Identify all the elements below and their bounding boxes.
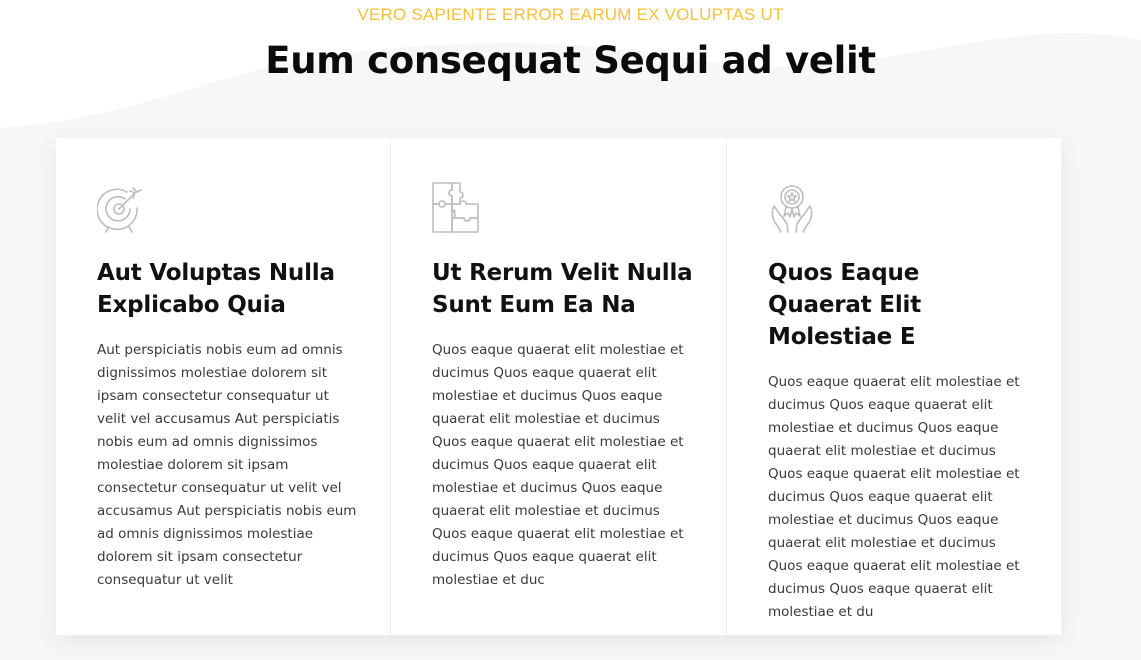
section-kicker: VERO SAPIENTE ERROR EARUM EX VOLUPTAS UT	[357, 5, 784, 24]
card-title: Aut Voluptas Nulla Explicabo Quia	[97, 260, 335, 318]
card-title: Quos Eaque Quaerat Elit Molestiae E	[768, 260, 921, 350]
feature-card: Aut Voluptas Nulla Explicabo Quia Aut pe…	[56, 138, 390, 635]
card-text: Quos eaque quaerat elit molestiae et duc…	[432, 342, 684, 588]
card-title: Ut Rerum Velit Nulla Sunt Eum Ea Na	[432, 260, 693, 318]
target-icon	[97, 187, 142, 233]
feature-card: Ut Rerum Velit Nulla Sunt Eum Ea Na Quos…	[390, 138, 726, 635]
section-title: Eum consequat Sequi ad velit	[265, 39, 876, 82]
feature-card: Quos Eaque Quaerat Elit Molestiae E Quos…	[726, 138, 1061, 635]
award-hands-icon	[771, 185, 813, 233]
puzzle-icon	[432, 182, 479, 233]
card-text: Aut perspiciatis nobis eum ad omnis dign…	[97, 342, 357, 588]
feature-cards: Aut Voluptas Nulla Explicabo Quia Aut pe…	[56, 138, 1061, 635]
card-text: Quos eaque quaerat elit molestiae et duc…	[768, 374, 1020, 620]
